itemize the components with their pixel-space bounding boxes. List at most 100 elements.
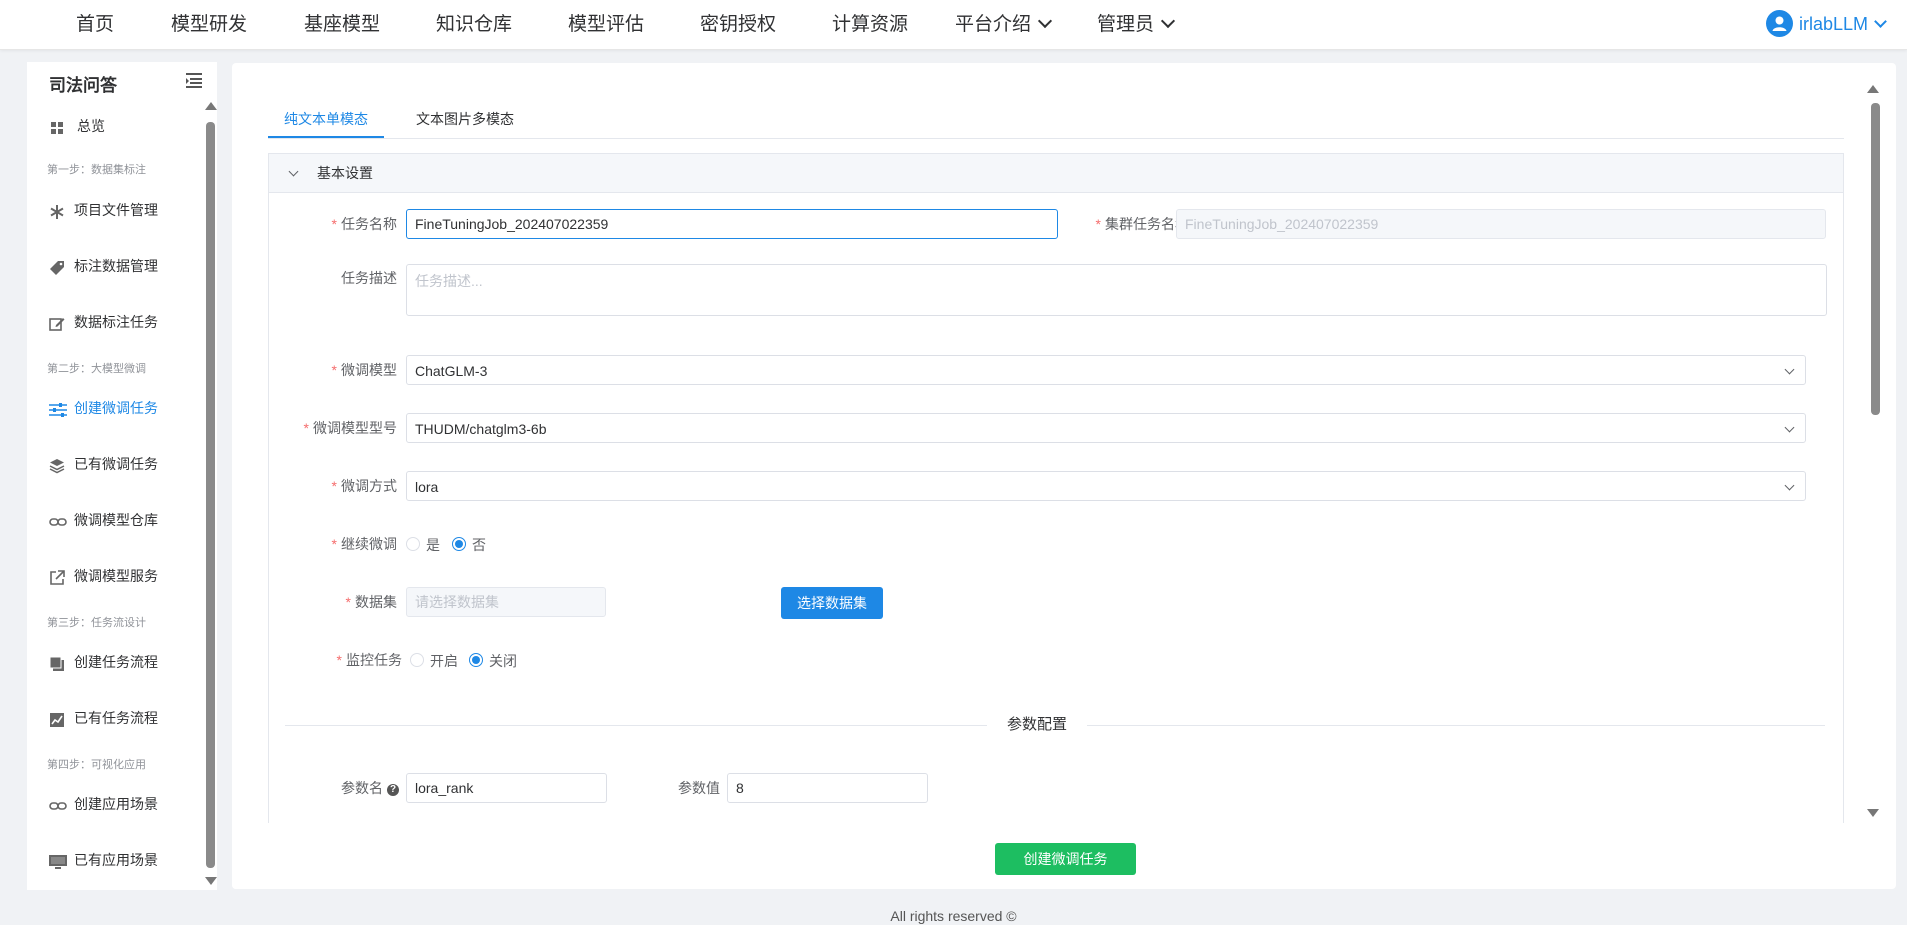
param-value-label: 参数值	[678, 780, 720, 796]
nav-evaluation[interactable]: 模型评估	[568, 0, 644, 49]
sidebar-scroll-thumb[interactable]	[206, 122, 215, 868]
param-name-input[interactable]	[406, 773, 607, 803]
radio-circle-checked	[452, 537, 466, 552]
chevron-down-icon	[1037, 13, 1053, 29]
monitor-icon	[49, 851, 67, 870]
user-menu[interactable]: irlabLLM	[1765, 0, 1887, 49]
sidebar-item-label-data[interactable]: 标注数据管理	[49, 252, 158, 280]
sidebar-item-create-finetune[interactable]: 创建微调任务	[49, 394, 158, 422]
sidebar-item-ft-service[interactable]: 微调模型服务	[49, 562, 158, 590]
scroll-down-arrow-icon[interactable]	[1867, 809, 1879, 817]
link-icon	[49, 795, 67, 811]
main-panel: 纯文本单模态 文本图片多模态 基本设置 *任务名称 *集群任务名称 任务描述 *…	[232, 63, 1896, 889]
sidebar-scrollbar[interactable]	[203, 62, 217, 890]
user-name: irlabLLM	[1798, 14, 1868, 34]
tab-text-only[interactable]: 纯文本单模态	[268, 103, 384, 138]
sidebar-item-existing-app[interactable]: 已有应用场景	[49, 846, 158, 874]
sidebar-item-create-flow[interactable]: 创建任务流程	[49, 648, 158, 676]
nav-platform-intro-label: 平台介绍	[955, 14, 1032, 35]
section-header[interactable]: 基本设置	[269, 154, 1843, 193]
sidebar-item-label: 已有任务流程	[74, 710, 158, 726]
main-scroll-thumb[interactable]	[1871, 103, 1880, 415]
monitor-label: * 监控任务	[336, 652, 402, 668]
nav-base-model[interactable]: 基座模型	[304, 0, 380, 49]
method-select[interactable]: lora	[406, 471, 1806, 501]
nav-home[interactable]: 首页	[76, 0, 114, 49]
continue-no-radio[interactable]: 否	[452, 529, 486, 561]
panel-footer: 创建微调任务	[232, 823, 1862, 889]
section-title: 基本设置	[317, 165, 373, 181]
sidebar-item-label: 已有微调任务	[74, 456, 158, 472]
model-select[interactable]: ChatGLM-3	[406, 355, 1806, 385]
sidebar-item-label-tasks[interactable]: 数据标注任务	[49, 308, 158, 336]
model-label: * 微调模型	[331, 362, 397, 378]
dataset-label: * 数据集	[345, 594, 397, 610]
scroll-up-arrow-icon[interactable]	[1867, 85, 1879, 93]
tab-multimodal[interactable]: 文本图片多模态	[400, 103, 530, 136]
sidebar-item-label: 微调模型仓库	[74, 512, 158, 528]
link-icon	[49, 511, 67, 527]
create-finetune-button[interactable]: 创建微调任务	[995, 843, 1136, 875]
nav-knowledge[interactable]: 知识仓库	[436, 0, 512, 49]
tab-bar: 纯文本单模态 文本图片多模态	[268, 103, 1844, 139]
external-link-icon	[49, 567, 65, 586]
scroll-up-arrow-icon[interactable]	[205, 102, 217, 110]
chevron-down-icon	[288, 166, 299, 177]
select-dataset-button[interactable]: 选择数据集	[781, 587, 883, 619]
main-scrollbar[interactable]	[1865, 63, 1885, 889]
chevron-down-icon	[1784, 480, 1795, 491]
sidebar-item-overview[interactable]: 总览	[49, 112, 105, 140]
nav-model-dev[interactable]: 模型研发	[171, 0, 247, 49]
continue-yes-radio[interactable]: 是	[406, 529, 440, 561]
sidebar-step-3: 第三步：任务流设计	[47, 617, 146, 629]
question-icon[interactable]: ?	[387, 784, 399, 796]
task-name-input[interactable]	[406, 209, 1058, 239]
grid-icon	[49, 117, 65, 135]
top-navbar: 首页 模型研发 基座模型 知识仓库 模型评估 密钥授权 计算资源 平台介绍 管理…	[0, 0, 1907, 50]
dataset-input	[406, 587, 606, 617]
sidebar-step-1: 第一步：数据集标注	[47, 164, 146, 176]
chevron-down-icon	[1784, 364, 1795, 375]
sidebar-item-label: 已有应用场景	[74, 852, 158, 868]
chevron-down-icon	[1160, 13, 1176, 29]
sidebar-item-label: 创建微调任务	[74, 400, 158, 416]
sidebar-item-existing-flow[interactable]: 已有任务流程	[49, 704, 158, 732]
sidebar: 司法问答 总览 第一步：数据集标注 项目文件管理 标注数据管理 数据标注任务 第…	[27, 62, 217, 890]
nav-admin[interactable]: 管理员	[1097, 0, 1176, 49]
asterisk-icon	[49, 201, 65, 220]
sidebar-item-project-files[interactable]: 项目文件管理	[49, 196, 158, 224]
chevron-down-icon	[1784, 422, 1795, 433]
task-desc-label: 任务描述	[341, 270, 397, 286]
nav-admin-label: 管理员	[1097, 14, 1155, 35]
task-desc-input[interactable]	[406, 264, 1827, 316]
chart-icon	[49, 709, 65, 728]
model-select-value: ChatGLM-3	[415, 363, 488, 379]
nav-compute[interactable]: 计算资源	[832, 0, 908, 49]
model-type-label: * 微调模型型号	[303, 420, 397, 436]
param-name-label: 参数名?	[299, 772, 399, 804]
user-avatar-icon	[1765, 9, 1793, 37]
param-value-input[interactable]	[727, 773, 928, 803]
sidebar-item-label: 数据标注任务	[74, 314, 158, 330]
cluster-name-input	[1176, 209, 1826, 239]
radio-circle-checked	[469, 653, 483, 668]
nav-keys[interactable]: 密钥授权	[700, 0, 776, 49]
model-type-select[interactable]: THUDM/chatglm3-6b	[406, 413, 1806, 443]
sidebar-step-4: 第四步：可视化应用	[47, 759, 146, 771]
params-title: 参数配置	[987, 715, 1088, 735]
sliders-icon	[49, 399, 67, 418]
footer-copyright: All rights reserved ©	[890, 908, 1017, 924]
monitor-off-radio[interactable]: 关闭	[469, 645, 517, 677]
sidebar-item-ft-repo[interactable]: 微调模型仓库	[49, 506, 158, 534]
sidebar-title: 司法问答	[49, 76, 117, 95]
sidebar-item-create-app[interactable]: 创建应用场景	[49, 790, 158, 818]
cluster-name-label: * 集群任务名称	[1095, 216, 1189, 232]
monitor-on-radio[interactable]: 开启	[410, 645, 458, 677]
nav-platform-intro[interactable]: 平台介绍	[955, 0, 1053, 49]
continue-label: * 继续微调	[331, 536, 397, 552]
scroll-down-arrow-icon[interactable]	[205, 877, 217, 885]
sidebar-item-label: 总览	[77, 118, 105, 134]
menu-toggle-icon[interactable]	[186, 71, 202, 89]
sidebar-item-existing-finetune[interactable]: 已有微调任务	[49, 450, 158, 478]
sidebar-item-label: 创建应用场景	[74, 796, 158, 812]
